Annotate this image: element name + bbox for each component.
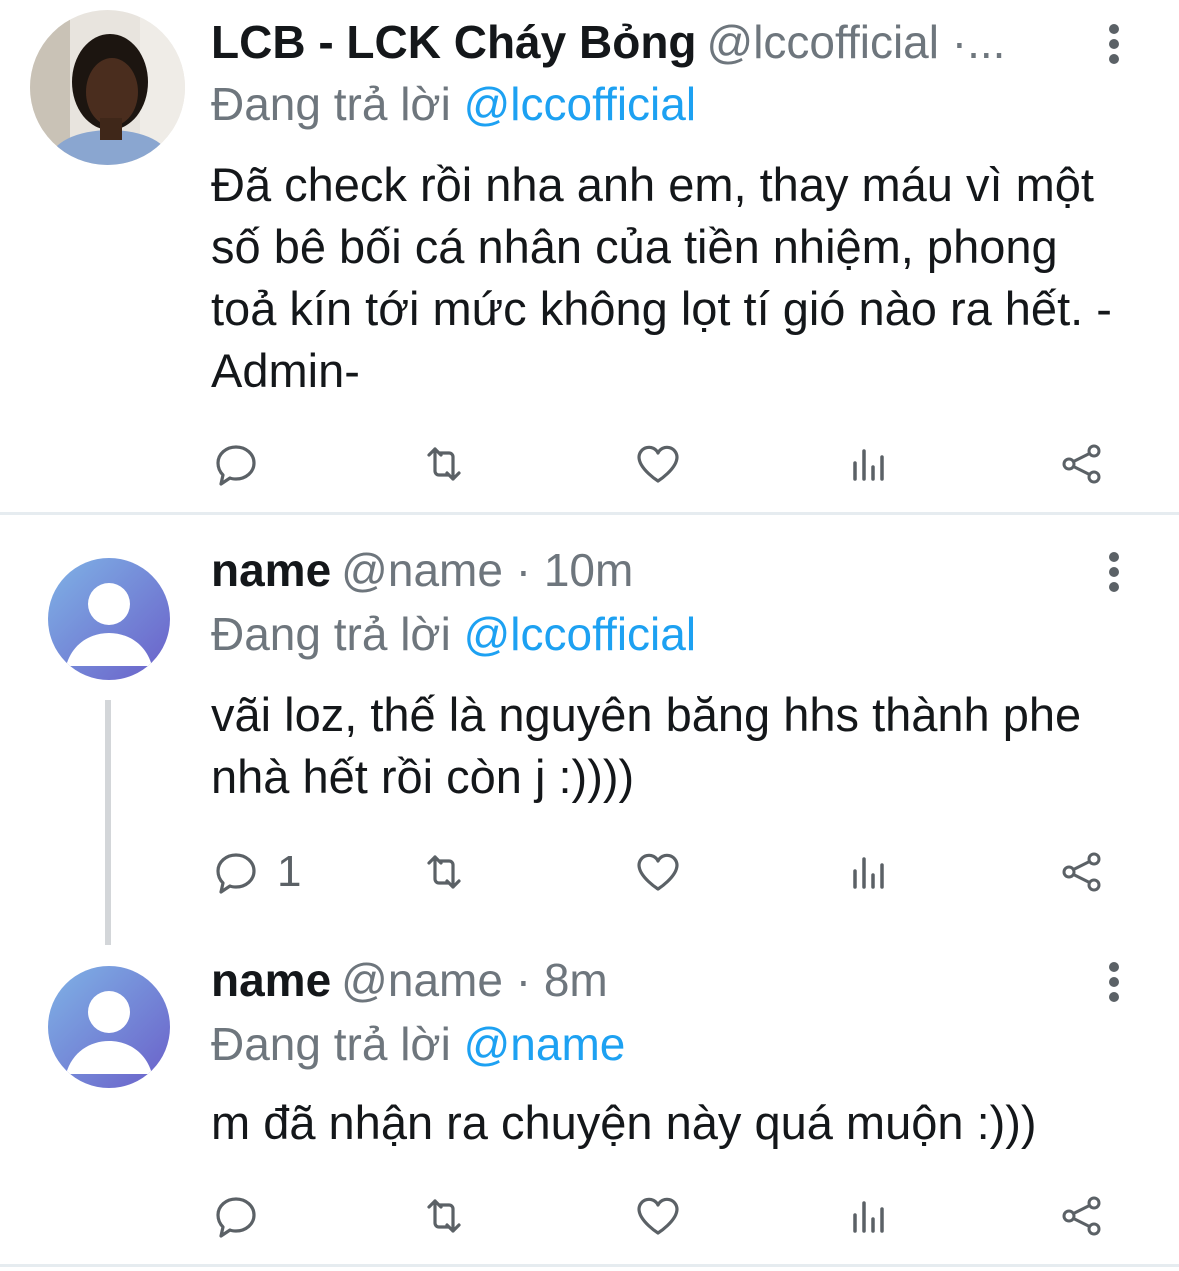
share-button[interactable] <box>1057 842 1107 902</box>
retweet-button[interactable] <box>419 434 469 494</box>
tweet[interactable]: name @name · 10m Đang trả lời @lccofficia… <box>0 520 1179 945</box>
reply-button[interactable]: 1 <box>211 842 301 902</box>
divider <box>0 512 1179 515</box>
retweet-button[interactable] <box>419 842 469 902</box>
retweet-button[interactable] <box>419 1186 469 1246</box>
handle[interactable]: @name · 8m <box>341 954 608 1006</box>
heart-icon <box>637 853 679 891</box>
retweet-icon <box>427 855 461 889</box>
replying-to: Đang trả lời @lccofficial <box>211 606 696 662</box>
reply-count: 1 <box>277 847 302 896</box>
avatar[interactable] <box>48 966 170 1088</box>
like-button[interactable] <box>633 842 683 902</box>
share-button[interactable] <box>1057 1186 1107 1246</box>
replying-prefix: Đang trả lời <box>211 608 451 660</box>
tweet-header: LCB - LCK Cháy Bỏng @lccofficial ·... <box>211 14 1079 70</box>
analytics-button[interactable] <box>845 1186 895 1246</box>
display-name[interactable]: name <box>211 544 331 596</box>
retweet-icon <box>427 1199 461 1233</box>
tweet-text: m đã nhận ra chuyện này quá muộn :))) <box>211 1096 1037 1149</box>
tweet-actions: 1 <box>211 842 1109 902</box>
like-button[interactable] <box>633 434 683 494</box>
share-button[interactable] <box>1057 434 1107 494</box>
tweet-header: name @name · 10m <box>211 542 1079 598</box>
mention-link[interactable]: @lccofficial <box>464 78 696 130</box>
tweet-text: vãi loz, thế là nguyên băng hhs thành ph… <box>211 688 1082 803</box>
tweet[interactable]: LCB - LCK Cháy Bỏng @lccofficial ·... Đan… <box>0 0 1179 512</box>
analytics-icon <box>853 449 884 481</box>
more-vertical-icon[interactable] <box>1099 22 1129 66</box>
tweet-actions <box>211 1186 1109 1246</box>
share-icon <box>1062 444 1101 484</box>
analytics-icon <box>853 857 884 889</box>
tweet[interactable]: name @name · 8m Đang trả lời @name m đã n… <box>0 930 1179 1263</box>
reply-icon <box>216 1197 256 1238</box>
replying-to: Đang trả lời @lccofficial <box>211 76 696 132</box>
heart-icon <box>637 445 679 483</box>
share-icon <box>1062 852 1101 892</box>
replying-prefix: Đang trả lời <box>211 1018 451 1070</box>
like-button[interactable] <box>633 1186 683 1246</box>
heart-icon <box>637 1197 679 1235</box>
avatar[interactable] <box>48 558 170 680</box>
tweet-actions <box>211 434 1109 494</box>
avatar[interactable] <box>30 10 185 165</box>
analytics-button[interactable] <box>845 434 895 494</box>
divider <box>0 1264 1179 1267</box>
analytics-button[interactable] <box>845 842 895 902</box>
display-name[interactable]: name <box>211 954 331 1006</box>
more-vertical-icon[interactable] <box>1099 960 1129 1004</box>
tweet-text: Đã check rồi nha anh em, thay máu vì một… <box>211 158 1112 397</box>
reply-button[interactable] <box>211 434 277 494</box>
replying-to: Đang trả lời @name <box>211 1016 625 1072</box>
display-name[interactable]: LCB - LCK Cháy Bỏng <box>211 16 697 68</box>
more-vertical-icon[interactable] <box>1099 550 1129 594</box>
share-icon <box>1062 1196 1101 1236</box>
reply-icon <box>216 445 256 486</box>
reply-icon <box>216 853 256 894</box>
tweet-header: name @name · 8m <box>211 952 1079 1008</box>
handle[interactable]: @name · 10m <box>341 544 633 596</box>
reply-button[interactable] <box>211 1186 277 1246</box>
mention-link[interactable]: @lccofficial <box>464 608 696 660</box>
retweet-icon <box>427 447 461 481</box>
handle[interactable]: @lccofficial ·... <box>707 16 1006 68</box>
mention-link[interactable]: @name <box>464 1018 626 1070</box>
replying-prefix: Đang trả lời <box>211 78 451 130</box>
analytics-icon <box>853 1201 884 1233</box>
thread-line <box>105 700 111 945</box>
